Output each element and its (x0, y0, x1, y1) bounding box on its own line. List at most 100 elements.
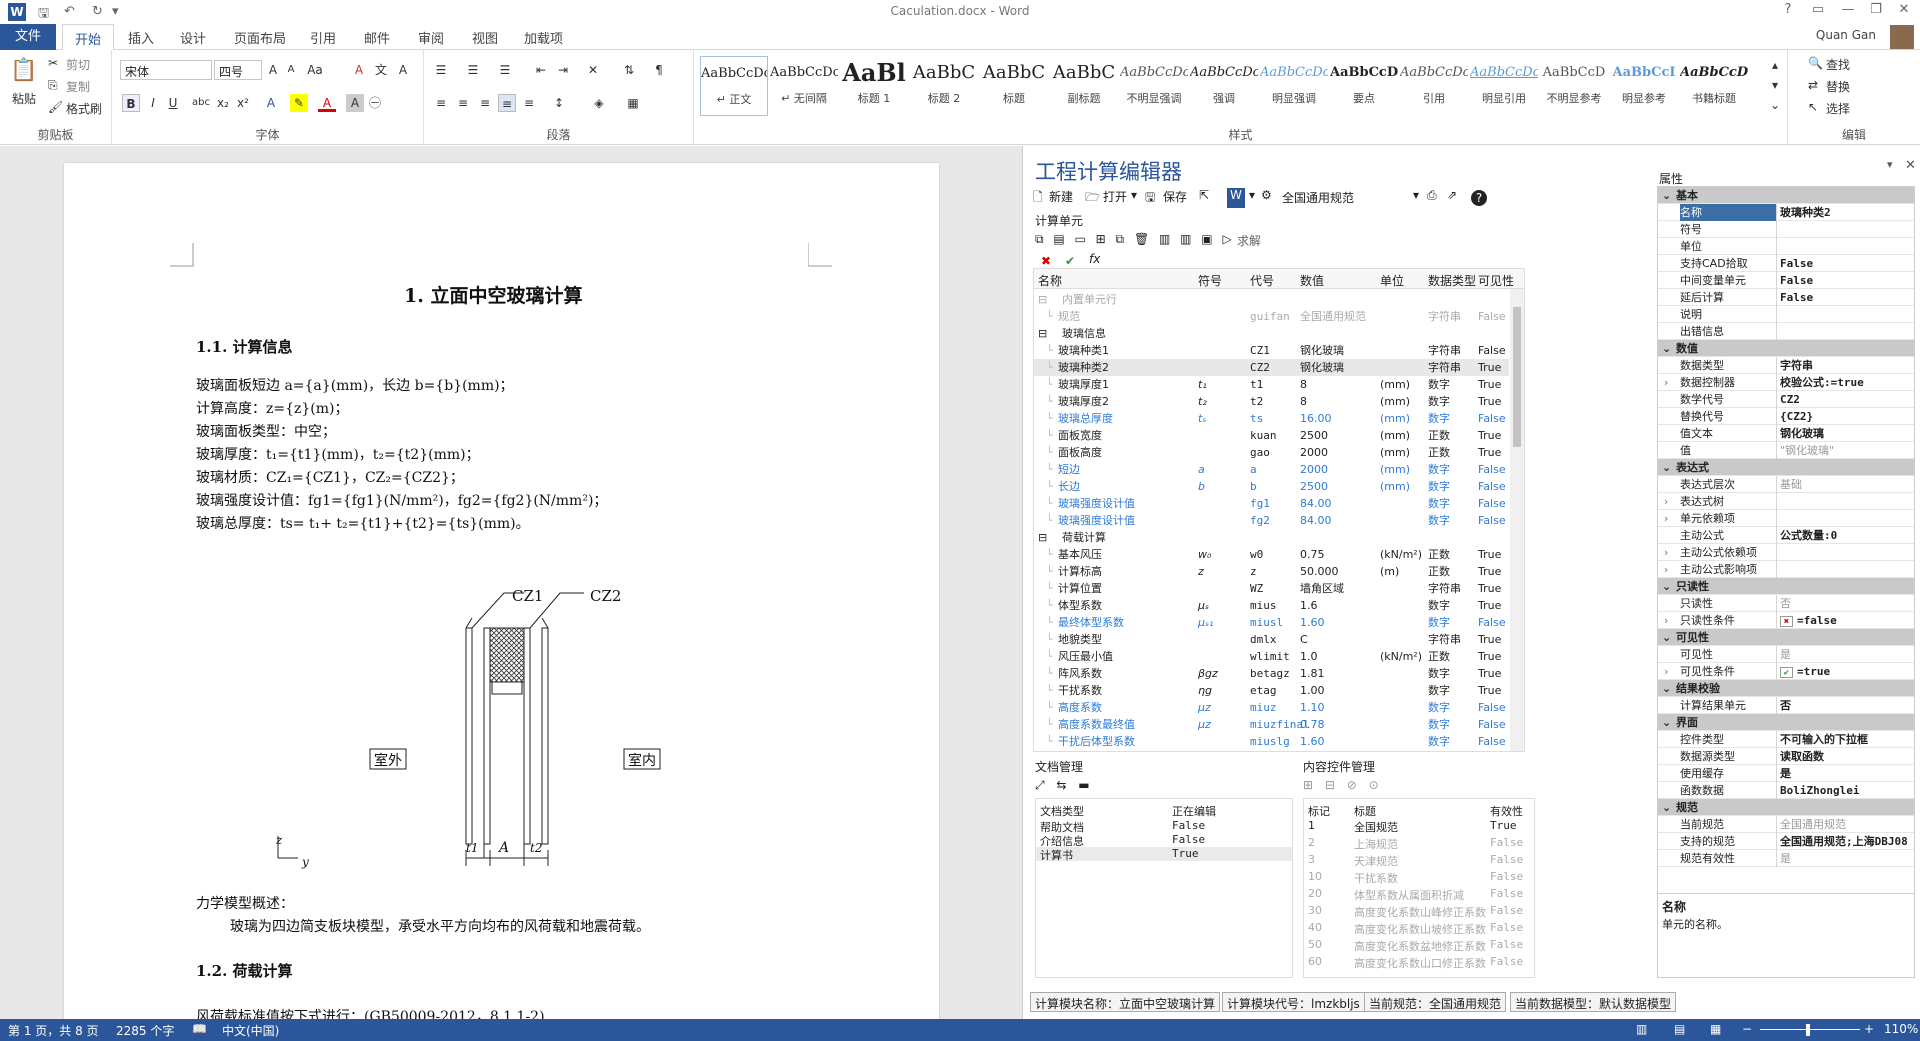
select-button[interactable]: 选择 (1826, 100, 1850, 117)
property-row[interactable]: 出错信息 (1658, 323, 1914, 340)
col-value[interactable]: 数值 (1300, 272, 1324, 289)
collapse-icon[interactable]: ⌄ (1662, 459, 1671, 476)
find-button[interactable]: 查找 (1826, 56, 1850, 73)
tab-view[interactable]: 视图 (472, 28, 498, 47)
highlight-icon[interactable]: ✎ (290, 94, 308, 112)
tab-references[interactable]: 引用 (310, 28, 336, 47)
property-value[interactable]: 字符串 (1780, 357, 1914, 374)
page-count[interactable]: 第 1 页，共 8 页 (8, 1022, 99, 1039)
ctrl-col-mark[interactable]: 标记 (1308, 803, 1330, 819)
save-panel-button[interactable]: 保存 (1163, 188, 1187, 208)
style-12[interactable]: AaBbCcD 不明显参考 (1540, 56, 1608, 116)
help-button[interactable]: ? (1774, 2, 1802, 17)
ctrl-row[interactable]: 60 高度变化系数山口修正系数 False (1304, 955, 1534, 972)
tab-insert[interactable]: 插入 (128, 28, 154, 47)
style-4[interactable]: AaBbC 标题 (980, 56, 1048, 116)
avatar[interactable] (1890, 25, 1914, 49)
bullets-icon[interactable]: ☰ (432, 61, 450, 79)
style-3[interactable]: AaBbC 标题 2 (910, 56, 978, 116)
tab-layout[interactable]: 页面布局 (234, 28, 286, 47)
ctrl-row[interactable]: 50 高度变化系数盆地修正系数 False (1304, 938, 1534, 955)
properties-grid[interactable]: ⌄ 基本 名称 玻璃种类2 符号 单位 支持CAD拾取 False 中间变量单元 False 延后计… (1657, 186, 1915, 978)
grid-row[interactable]: └ 高度系数最终值 μz miuzfinal 0.78 数字 False (1034, 716, 1509, 733)
property-category[interactable]: ⌄ 结果校验 (1658, 680, 1914, 697)
content-ctrl-toolbar-icons[interactable]: ⊞ ⊟ ⊘ ⊙ (1303, 778, 1383, 792)
paste-icon[interactable]: 📋 (10, 58, 37, 83)
property-category[interactable]: ⌄ 规范 (1658, 799, 1914, 816)
function-icon[interactable]: fx (1089, 252, 1100, 266)
font-color-icon[interactable]: A (318, 94, 336, 112)
ctrl-row[interactable]: 10 干扰系数 False (1304, 870, 1534, 887)
help-icon[interactable]: ? (1471, 190, 1487, 206)
collapse-icon[interactable]: ⌄ (1662, 578, 1671, 595)
doc-line[interactable]: 风荷载标准值按下式进行：(GB50009-2012，8.1.1-2) (196, 1006, 545, 1019)
ctrl-row[interactable]: 20 体型系数从属面积折减 False (1304, 887, 1534, 904)
property-value[interactable]: 钢化玻璃 (1780, 425, 1914, 442)
paste-button[interactable]: 粘贴 (12, 90, 36, 107)
italic-icon[interactable]: I (144, 94, 162, 112)
mechanics-text[interactable]: 玻璃为四边简支板块模型，承受水平方向均布的风荷载和地震荷载。 (230, 916, 650, 936)
style-5[interactable]: AaBbC 副标题 (1050, 56, 1118, 116)
open-icon[interactable]: 🗁 (1085, 188, 1100, 208)
expand-icon[interactable]: › (1664, 544, 1668, 561)
doc-line[interactable]: 玻璃材质：CZ₁={CZ1}，CZ₂={CZ2}； (196, 467, 464, 487)
export-icon[interactable]: ⇱ (1199, 188, 1209, 208)
units-grid[interactable]: 名称 符号 代号 数值 单位 数据类型 可见性 ⊟ 内置单元行 └ 规范 guifan 全… (1033, 268, 1525, 752)
doc-line[interactable]: 玻璃面板短边 a={a}(mm)，长边 b={b}(mm)； (196, 375, 514, 395)
property-value[interactable]: 基础 (1780, 476, 1914, 493)
collapse-icon[interactable]: ⌄ (1662, 799, 1671, 816)
style-8[interactable]: AaBbCcDc 明显强调 (1260, 56, 1328, 116)
grid-row[interactable]: └ 面板宽度 kuan 2500 (mm) 正数 True (1034, 427, 1509, 444)
property-category[interactable]: ⌄ 只读性 (1658, 578, 1914, 595)
style-13[interactable]: AaBbCcI 明显参考 (1610, 56, 1678, 116)
replace-button[interactable]: 替换 (1826, 78, 1850, 95)
property-value[interactable]: False (1780, 272, 1914, 289)
borders-icon[interactable]: ▦ (624, 94, 642, 112)
property-value[interactable]: False (1780, 289, 1914, 306)
web-layout-icon[interactable]: ▦ (1710, 1022, 1721, 1036)
property-row[interactable]: 替换代号 {CZ2} (1658, 408, 1914, 425)
grow-font-icon[interactable]: A (264, 61, 282, 79)
property-category[interactable]: ⌄ 数值 (1658, 340, 1914, 357)
units-toolbar-icons[interactable]: ⧉ ▤ ▭ ⊞ ⧉ 🗑 ▥ ▥ ▣ ▷ (1035, 232, 1235, 247)
property-value[interactable]: BoliZhonglei (1780, 782, 1914, 799)
style-7[interactable]: AaBbCcDc 强调 (1190, 56, 1258, 116)
word-export-icon[interactable]: W (1227, 188, 1245, 208)
ctrl-row[interactable]: 1 全国规范 True (1304, 819, 1534, 836)
collapse-icon[interactable]: ⊟ (1038, 529, 1047, 546)
col-symbol[interactable]: 符号 (1198, 272, 1222, 289)
property-row[interactable]: 名称 玻璃种类2 (1658, 204, 1914, 221)
shrink-font-icon[interactable]: A (282, 61, 300, 79)
property-row[interactable]: 主动公式 公式数量:0 (1658, 527, 1914, 544)
property-row[interactable]: › 单元依赖项 (1658, 510, 1914, 527)
property-row[interactable]: 说明 (1658, 306, 1914, 323)
grid-row[interactable]: └ 风压最小值 wlimit 1.0 (kN/m²) 正数 True (1034, 648, 1509, 665)
minimize-button[interactable]: — (1834, 2, 1862, 17)
style-10[interactable]: AaBbCcDc 引用 (1400, 56, 1468, 116)
style-2[interactable]: AaBl 标题 1 (840, 56, 908, 116)
grid-row[interactable]: └ 玻璃种类2 CZ2 钢化玻璃 字符串 True (1034, 359, 1509, 376)
property-value[interactable]: False (1780, 255, 1914, 272)
col-unit[interactable]: 单位 (1380, 272, 1404, 289)
doc-col-type[interactable]: 文档类型 (1040, 803, 1084, 819)
style-1[interactable]: AaBbCcDc ↵ 无间隔 (770, 56, 838, 116)
word-export-dropdown-icon[interactable]: ▾ (1249, 188, 1255, 208)
grid-row[interactable]: └ 阵风系数 βgz betagz 1.81 数字 True (1034, 665, 1509, 682)
replace-icon[interactable]: ⇄ (1808, 78, 1818, 92)
align-center-icon[interactable]: ≡ (454, 94, 472, 112)
word-count[interactable]: 2285 个字 (116, 1022, 174, 1039)
property-row[interactable]: 规范有效性 是 (1658, 850, 1914, 867)
tab-file[interactable]: 文件 (0, 24, 56, 50)
property-row[interactable]: › 可见性条件 ✔ =true (1658, 663, 1914, 680)
property-value[interactable]: 校验公式:=true (1780, 374, 1914, 391)
styles-scroll-up-icon[interactable]: ▴ (1766, 56, 1784, 74)
grid-row[interactable]: └ 玻璃厚度1 t₁ t1 8 (mm) 数字 True (1034, 376, 1509, 393)
clear-format-icon[interactable]: A (350, 61, 368, 79)
doc-row[interactable]: 计算书 True (1036, 847, 1292, 862)
property-row[interactable]: 可见性 是 (1658, 646, 1914, 663)
document-page[interactable]: 1. 立面中空玻璃计算 1.1. 计算信息 玻璃面板短边 a={a}(mm)，长… (64, 163, 939, 1019)
property-value[interactable]: 全国通用规范 (1780, 816, 1914, 833)
property-category[interactable]: ⌄ 表达式 (1658, 459, 1914, 476)
property-row[interactable]: 数据源类型 读取函数 (1658, 748, 1914, 765)
subscript-icon[interactable]: x₂ (214, 94, 232, 112)
